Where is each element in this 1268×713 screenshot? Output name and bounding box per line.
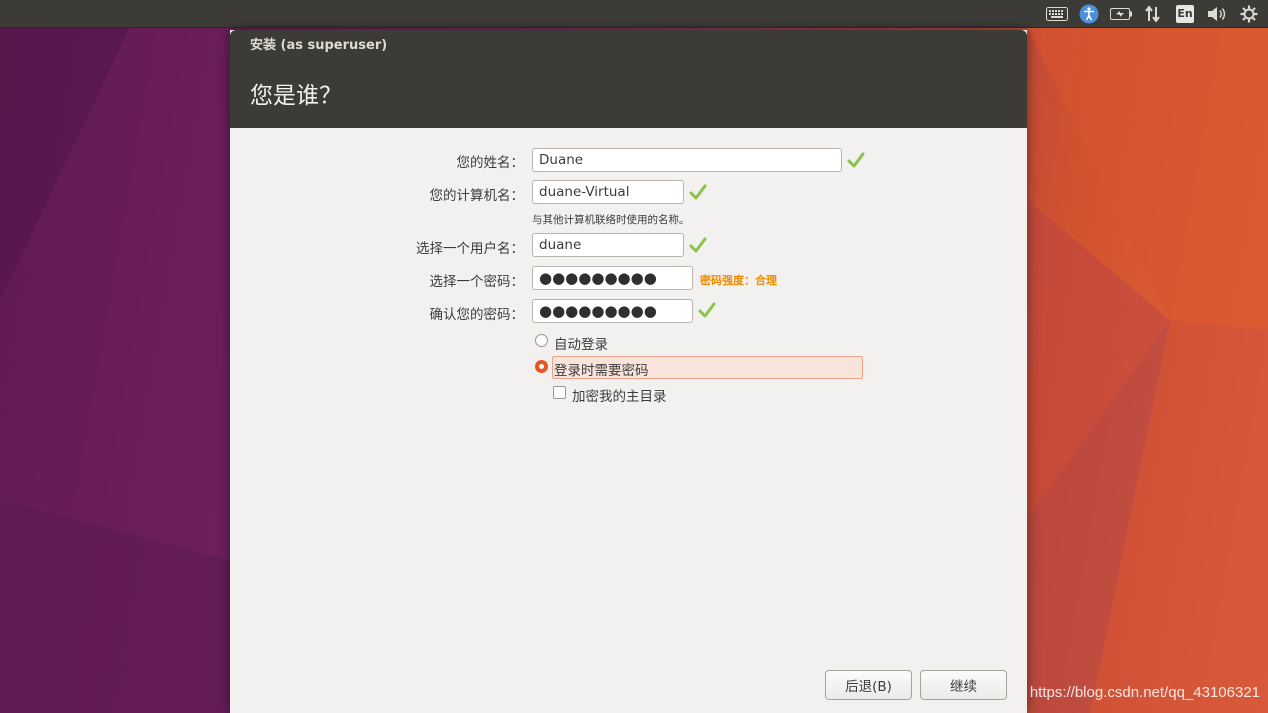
computer-name-field[interactable]: duane-Virtual [532, 180, 684, 204]
window-header: 安装 (as superuser) 您是谁？ [230, 30, 1027, 128]
indicator-area: En [1046, 0, 1260, 27]
accessibility-icon[interactable] [1078, 3, 1100, 25]
username-valid-check-icon [689, 237, 707, 253]
password-field[interactable]: ●●●●●●●●● [532, 266, 693, 290]
name-valid-check-icon [847, 152, 865, 168]
require-password-label[interactable]: 登录时需要密码 [554, 359, 649, 379]
name-label: 您的姓名： [456, 155, 525, 171]
password-strength: 密码强度：合理 [700, 274, 777, 287]
confirm-password-valid-check-icon [698, 302, 716, 318]
username-field[interactable]: duane [532, 233, 684, 257]
auto-login-label[interactable]: 自动登录 [554, 333, 608, 353]
auto-login-radio[interactable] [535, 334, 548, 347]
window-title: 安装 (as superuser) [250, 38, 388, 53]
page-heading: 您是谁？ [250, 83, 342, 109]
input-method-icon[interactable]: En [1174, 3, 1196, 25]
settings-gear-icon[interactable] [1238, 3, 1260, 25]
input-method-label: En [1176, 4, 1194, 23]
encrypt-home-checkbox[interactable] [553, 386, 566, 399]
password-label: 选择一个密码： [429, 274, 525, 290]
top-panel: En [0, 0, 1268, 28]
computer-name-valid-check-icon [689, 184, 707, 200]
back-button[interactable]: 后退(B) [825, 670, 912, 700]
installer-window: 安装 (as superuser) 您是谁？ 您的姓名： Duane 您的计算机… [230, 30, 1027, 713]
encrypt-home-label[interactable]: 加密我的主目录 [572, 385, 667, 405]
username-label: 选择一个用户名： [416, 241, 524, 257]
watermark-text: https://blog.csdn.net/qq_43106321 [1029, 684, 1260, 701]
desktop-background: En 安装 (as superuser) 您是谁？ 您的姓名： Duane 您的… [0, 0, 1268, 713]
confirm-password-label: 确认您的密码： [429, 307, 525, 323]
require-password-radio[interactable] [535, 360, 548, 373]
computer-name-label: 您的计算机名： [429, 188, 525, 204]
battery-icon[interactable] [1110, 3, 1132, 25]
network-icon[interactable] [1142, 3, 1164, 25]
volume-icon[interactable] [1206, 3, 1228, 25]
computer-name-hint: 与其他计算机联络时使用的名称。 [532, 214, 690, 226]
keyboard-icon[interactable] [1046, 3, 1068, 25]
name-field[interactable]: Duane [532, 148, 842, 172]
continue-button[interactable]: 继续 [920, 670, 1007, 700]
confirm-password-field[interactable]: ●●●●●●●●● [532, 299, 693, 323]
